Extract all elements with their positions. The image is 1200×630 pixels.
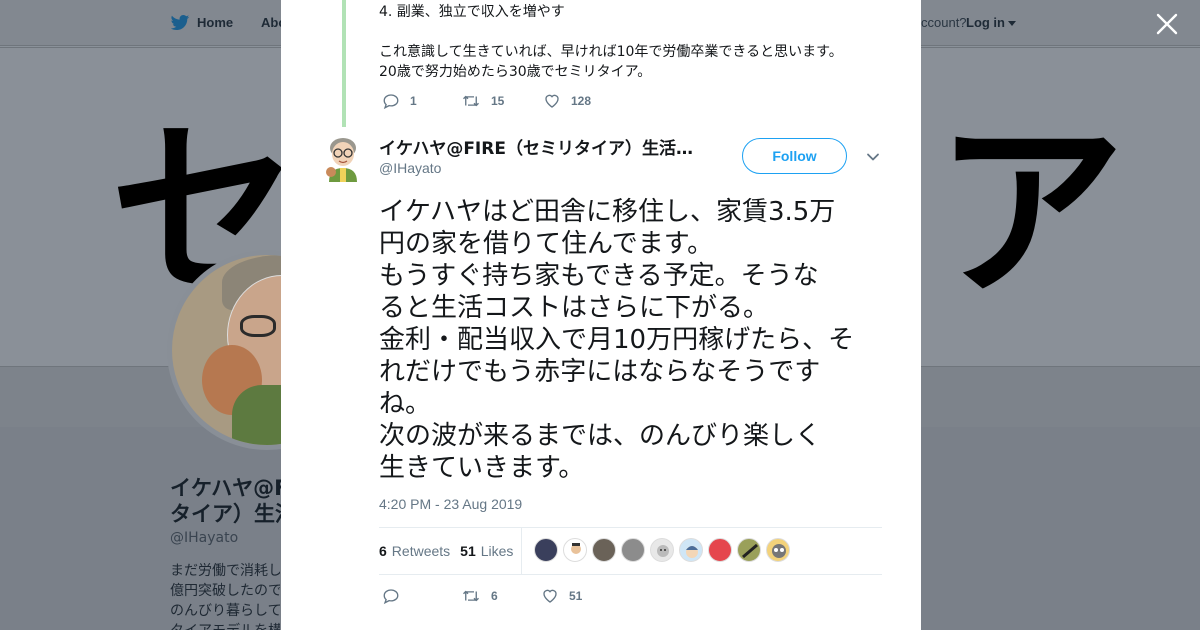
tweet-modal: 4. 副業、独立で収入を増やす これ意識して生きていれば、早ければ10年で労働卒… (281, 0, 921, 630)
bio-line: タイアモデルを構 (170, 621, 280, 630)
likes-number: 51 (460, 543, 476, 559)
retweet-button[interactable]: 15 (461, 92, 543, 110)
divider (379, 574, 882, 575)
likes-stat[interactable]: 51 Likes (460, 543, 513, 559)
parent-tweet-line: 20歳で努力始めたら30歳でセミリタイア。 (379, 64, 652, 80)
retweet-count: 15 (491, 94, 505, 108)
tweet-text-line: 生きていきます。 (379, 453, 585, 483)
close-icon[interactable] (1155, 12, 1179, 36)
retweet-icon (463, 95, 479, 107)
reply-count: 1 (410, 94, 417, 108)
follow-button[interactable]: Follow (742, 138, 847, 174)
tweet-text-line: もうすぐ持ち家もできる予定。そうな (379, 261, 819, 291)
heart-icon (545, 94, 559, 108)
liker-avatar[interactable] (592, 538, 616, 562)
thread-connector-line (342, 0, 346, 127)
liker-avatars (534, 538, 795, 562)
parent-tweet-line: 4. 副業、独立で収入を増やす (379, 4, 565, 20)
tweet-text-line: イケハヤはど田舎に移住し、家賃3.5万 (379, 197, 836, 227)
twitter-bird-icon (170, 15, 190, 30)
profile-name-line1: イケハヤ@F (170, 476, 289, 500)
author-display-name[interactable]: イケハヤ@FIRE（セミリタイア）生活… (379, 134, 697, 159)
tweet-text-line: 次の波が来るまでは、のんびり楽しく (379, 421, 822, 451)
nav-home-link[interactable]: Home (197, 15, 233, 30)
reply-button[interactable] (382, 587, 461, 605)
tweet-text-line: ると生活コストはさらに下がる。 (379, 293, 770, 323)
retweet-icon (463, 590, 479, 602)
login-caret-icon (1008, 21, 1016, 26)
likes-label: Likes (480, 543, 514, 559)
liker-avatar[interactable] (737, 538, 761, 562)
liker-avatar[interactable] (650, 538, 674, 562)
retweets-number: 6 (379, 543, 387, 559)
like-button[interactable]: 128 (543, 92, 591, 110)
profile-name-line2: タイア）生活 (170, 502, 290, 526)
profile-bio: まだ労働で消耗し 億円突破したので のんびり暮らして タイアモデルを構 (170, 561, 280, 630)
bio-line: のんびり暮らして (170, 603, 280, 619)
author-avatar[interactable] (325, 134, 361, 182)
stats-divider (521, 528, 522, 574)
retweets-label: Retweets (391, 543, 451, 559)
tweet-text: イケハヤはど田舎に移住し、家賃3.5万 円の家を借りて住んでます。 もうすぐ持ち… (379, 196, 884, 484)
reply-button[interactable]: 1 (382, 92, 461, 110)
tweet-text-line: 円の家を借りて住んでます。 (379, 229, 714, 259)
tweet-text-line: れだけでもう赤字にはならなそうです (379, 357, 821, 387)
chevron-down-icon[interactable] (866, 150, 880, 164)
like-button[interactable]: 51 (541, 587, 582, 605)
login-link[interactable]: Log in (966, 15, 1005, 30)
liker-avatar[interactable] (679, 538, 703, 562)
tweet-text-line: ね。 (379, 389, 432, 419)
retweet-count: 6 (491, 589, 498, 603)
tweet-timestamp[interactable]: 4:20 PM - 23 Aug 2019 (379, 496, 522, 512)
reply-icon (383, 94, 399, 110)
tweet-actions: 6 51 (382, 587, 582, 605)
tweet-text-line: 金利・配当収入で月10万円稼げたら、そ (379, 325, 855, 355)
parent-tweet-text: 4. 副業、独立で収入を増やす これ意識して生きていれば、早ければ10年で労働卒… (379, 2, 843, 82)
liker-avatar[interactable] (534, 538, 558, 562)
tweet-stats: 6 Retweets 51 Likes (379, 528, 523, 574)
liker-avatar[interactable] (766, 538, 790, 562)
retweet-button[interactable]: 6 (461, 587, 541, 605)
profile-handle: @IHayato (170, 530, 239, 546)
retweets-stat[interactable]: 6 Retweets (379, 543, 450, 559)
like-count: 128 (571, 94, 592, 108)
liker-avatar[interactable] (563, 538, 587, 562)
author-handle[interactable]: @IHayato (379, 160, 441, 176)
heart-icon (543, 589, 557, 603)
parent-tweet-actions: 1 15 128 (382, 92, 591, 110)
reply-icon (383, 589, 399, 605)
banner-glyph-right: ア (935, 102, 1126, 323)
parent-tweet-line: これ意識して生きていれば、早ければ10年で労働卒業できると思います。 (379, 44, 843, 60)
bio-line: まだ労働で消耗し (170, 563, 280, 579)
bio-line: 億円突破したので (170, 583, 280, 599)
account-prompt: ccount? (921, 15, 967, 30)
like-count: 51 (569, 589, 583, 603)
liker-avatar[interactable] (708, 538, 732, 562)
liker-avatar[interactable] (621, 538, 645, 562)
